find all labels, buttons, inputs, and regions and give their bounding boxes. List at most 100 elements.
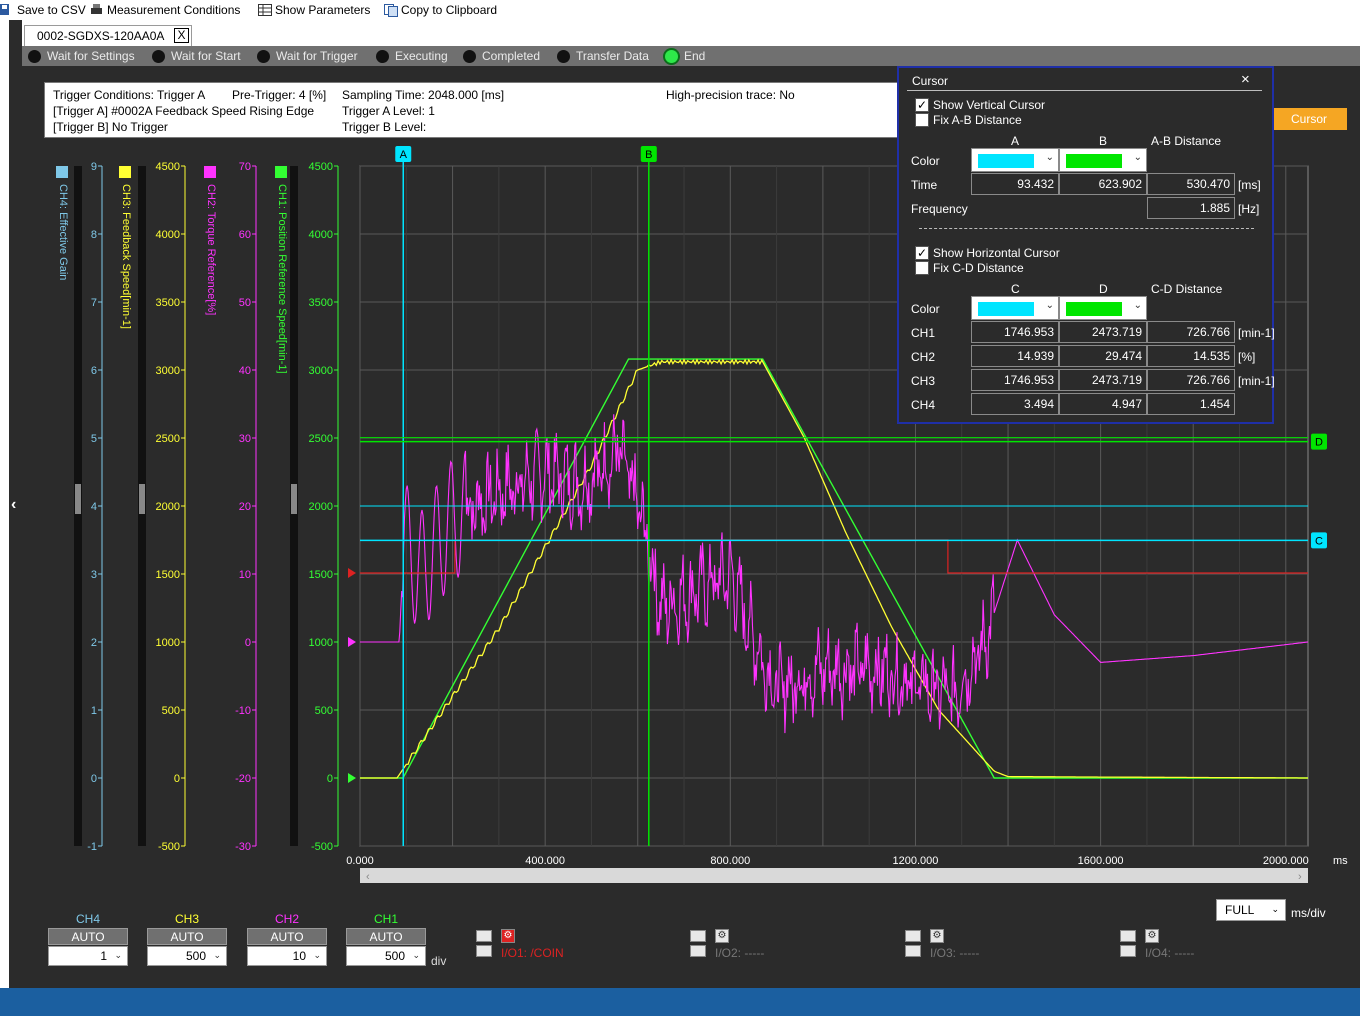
io-label: I/O2: ----- bbox=[715, 946, 765, 960]
fix-cd-distance-checkbox[interactable] bbox=[915, 261, 929, 275]
chevron-down-icon: ⌄ bbox=[1133, 300, 1142, 311]
chevron-down-icon: ⌄ bbox=[1045, 152, 1054, 163]
scale-select[interactable]: 1 ⌄ bbox=[48, 946, 128, 966]
ch3-axis-title: CH3: Feedback Speed[min-1] bbox=[120, 184, 132, 329]
ch2-tick-label: 20 bbox=[239, 501, 251, 513]
ch1-zero-marker bbox=[348, 773, 356, 783]
gear-icon[interactable]: ⚙ bbox=[930, 929, 944, 943]
ch4-tick-label: 8 bbox=[91, 229, 97, 241]
ch2-tick-label: 50 bbox=[239, 297, 251, 309]
col-c-header: C bbox=[1011, 282, 1020, 296]
ch3-tick-label: 500 bbox=[162, 705, 180, 717]
gear-icon[interactable]: ⚙ bbox=[501, 929, 515, 943]
chevron-down-icon: ⌄ bbox=[313, 950, 321, 960]
divider bbox=[907, 90, 1262, 91]
col-cd-header: C-D Distance bbox=[1151, 282, 1223, 296]
fix-ab-distance-checkbox[interactable] bbox=[915, 113, 929, 127]
io-label: I/O1: /COIN bbox=[501, 946, 564, 960]
gear-icon[interactable]: ⚙ bbox=[715, 929, 729, 943]
gear-icon bbox=[275, 166, 287, 178]
auto-scale-button[interactable]: AUTO bbox=[346, 928, 426, 945]
time-ab-value: 530.470 bbox=[1147, 173, 1235, 195]
scale-select[interactable]: 10 ⌄ bbox=[247, 946, 327, 966]
cd-row-c-value: 1746.953 bbox=[971, 369, 1059, 391]
show-vertical-cursor-checkbox[interactable]: ✓ bbox=[915, 98, 929, 112]
gear-icon[interactable]: ⚙ bbox=[1145, 929, 1159, 943]
move-up-icon[interactable] bbox=[1120, 930, 1136, 942]
ch2-tick-label: 60 bbox=[239, 229, 251, 241]
ch1-tick-label: 2000 bbox=[309, 501, 333, 513]
ch4-tick-label: 2 bbox=[91, 637, 97, 649]
chevron-down-icon: ⌄ bbox=[1045, 300, 1054, 311]
cursor-a-color-swatch bbox=[978, 154, 1034, 168]
auto-scale-button[interactable]: AUTO bbox=[48, 928, 128, 945]
move-up-icon[interactable] bbox=[476, 930, 492, 942]
ch1-tick-label: 0 bbox=[327, 773, 333, 785]
cd-row-label: CH3 bbox=[911, 374, 936, 388]
cursor-c-color-swatch bbox=[978, 302, 1034, 316]
move-down-icon[interactable] bbox=[905, 945, 921, 957]
ch2-tick-label: 70 bbox=[239, 161, 251, 173]
cd-row-cd-value: 14.535 bbox=[1147, 345, 1235, 367]
cd-row-unit: [min-1] bbox=[1238, 374, 1275, 388]
move-down-icon[interactable] bbox=[690, 945, 706, 957]
scale-value: 1 bbox=[100, 949, 107, 963]
cd-row-d-value: 29.474 bbox=[1059, 345, 1147, 367]
cursor-c-color-select[interactable]: ⌄ bbox=[971, 296, 1059, 320]
cd-row-c-value: 3.494 bbox=[971, 393, 1059, 415]
ch2-tick-label: -20 bbox=[235, 773, 251, 785]
auto-scale-button[interactable]: AUTO bbox=[147, 928, 227, 945]
fix-ab-distance-label: Fix A-B Distance bbox=[933, 113, 1022, 127]
ch2-tick-label: 30 bbox=[239, 433, 251, 445]
cd-row-cd-value: 726.766 bbox=[1147, 321, 1235, 343]
time-b-value: 623.902 bbox=[1059, 173, 1147, 195]
scale-value: 10 bbox=[292, 949, 306, 963]
io-label: I/O3: ----- bbox=[930, 946, 980, 960]
ch1-tick-label: -500 bbox=[311, 841, 333, 853]
cursor-d-color-select[interactable]: ⌄ bbox=[1059, 296, 1147, 320]
ch4-tick-label: 1 bbox=[91, 705, 97, 717]
cursor-d-color-swatch bbox=[1066, 302, 1122, 316]
chevron-down-icon: ⌄ bbox=[1271, 904, 1279, 914]
scale-value: 500 bbox=[185, 949, 206, 963]
scale-select[interactable]: 500 ⌄ bbox=[346, 946, 426, 966]
ch2-tick-label: -30 bbox=[235, 841, 251, 853]
cursor-panel-title: Cursor bbox=[912, 74, 949, 88]
auto-scale-button[interactable]: AUTO bbox=[247, 928, 327, 945]
move-up-icon[interactable] bbox=[905, 930, 921, 942]
ch1-axis-title: CH1: Position Reference Speed[min-1] bbox=[276, 184, 288, 374]
time-scale-value: FULL bbox=[1225, 903, 1255, 917]
bottom-status-bar bbox=[0, 988, 1360, 1016]
cursor-b-label: B bbox=[645, 149, 652, 161]
move-down-icon[interactable] bbox=[1120, 945, 1136, 957]
move-up-icon[interactable] bbox=[690, 930, 706, 942]
cursor-panel: Cursor × ✓ Show Vertical Cursor Fix A-B … bbox=[897, 66, 1275, 424]
show-horizontal-cursor-label: Show Horizontal Cursor bbox=[933, 246, 1060, 260]
scroll-left-icon: ‹ bbox=[366, 871, 370, 883]
row-time-label: Time bbox=[911, 178, 938, 192]
scale-select[interactable]: 500 ⌄ bbox=[147, 946, 227, 966]
cursor-c-label: C bbox=[1315, 535, 1323, 547]
ch1-tick-label: 4000 bbox=[309, 229, 333, 241]
ch4-tick-label: 7 bbox=[91, 297, 97, 309]
ch2-tick-label: 40 bbox=[239, 365, 251, 377]
move-down-icon[interactable] bbox=[476, 945, 492, 957]
cursor-a-label: A bbox=[400, 149, 408, 161]
close-icon[interactable]: × bbox=[1241, 71, 1250, 88]
ch3-tick-label: 2000 bbox=[156, 501, 180, 513]
cursor-b-color-select[interactable]: ⌄ bbox=[1059, 148, 1147, 172]
ch1-tick-label: 500 bbox=[315, 705, 333, 717]
ch4-tick-label: -1 bbox=[87, 841, 97, 853]
time-scale-select[interactable]: FULL ⌄ bbox=[1216, 899, 1286, 921]
ch3-tick-label: 3000 bbox=[156, 365, 180, 377]
chevron-down-icon: ⌄ bbox=[1133, 152, 1142, 163]
ch4-tick-label: 9 bbox=[91, 161, 97, 173]
ch4-tick-label: 0 bbox=[91, 773, 97, 785]
cursor-b-color-swatch bbox=[1066, 154, 1122, 168]
ch4-tick-label: 3 bbox=[91, 569, 97, 581]
ch4-tick-label: 5 bbox=[91, 433, 97, 445]
ch1-tick-label: 1500 bbox=[309, 569, 333, 581]
channel-label: CH4 bbox=[75, 912, 100, 926]
cursor-a-color-select[interactable]: ⌄ bbox=[971, 148, 1059, 172]
show-horizontal-cursor-checkbox[interactable]: ✓ bbox=[915, 246, 929, 260]
